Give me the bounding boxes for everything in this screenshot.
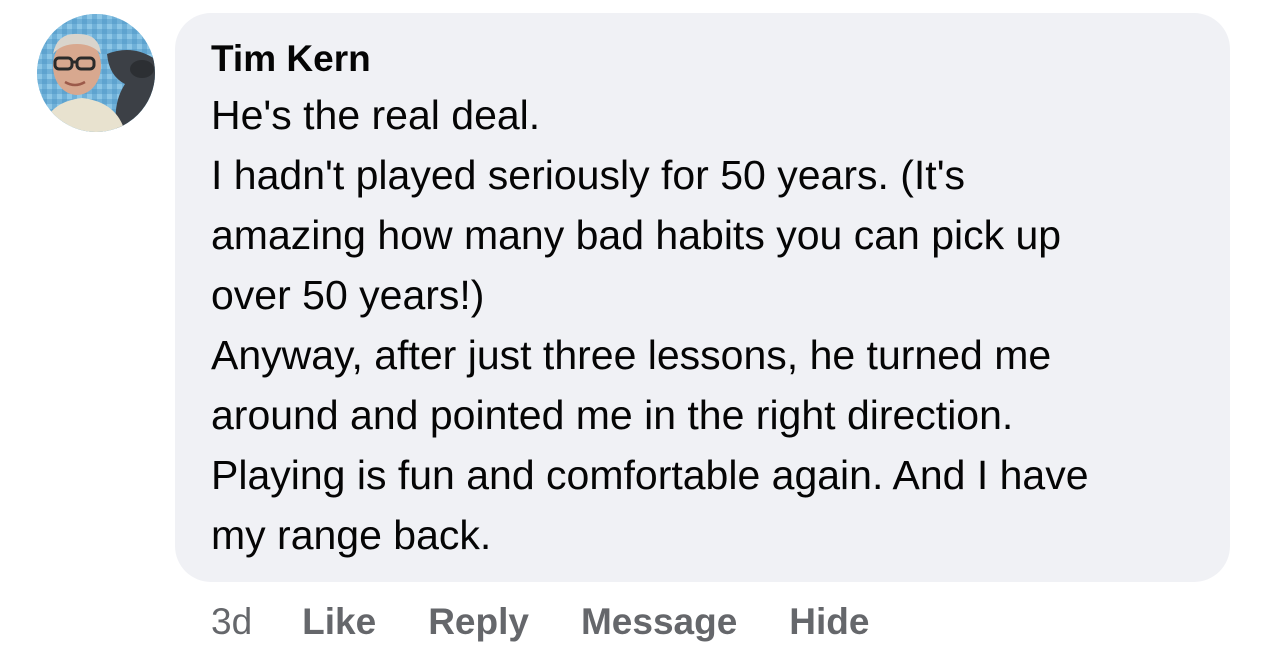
comment-timestamp[interactable]: 3d <box>211 601 252 643</box>
comment-bubble: Tim Kern He's the real deal. I hadn't pl… <box>175 13 1230 582</box>
comment-text-line: Playing is fun and comfortable again. An… <box>211 452 1089 498</box>
comment-text-line: I hadn't played seriously for 50 years. … <box>211 152 966 198</box>
comment-text-line: He's the real deal. <box>211 92 541 138</box>
like-button[interactable]: Like <box>302 601 376 643</box>
author-name[interactable]: Tim Kern <box>211 37 1200 81</box>
message-button[interactable]: Message <box>581 601 737 643</box>
hide-button[interactable]: Hide <box>789 601 869 643</box>
comment-text-line: over 50 years!) <box>211 272 485 318</box>
comment-text-line: Anyway, after just three lessons, he tur… <box>211 332 1052 378</box>
comment-actions: 3d Like Reply Message Hide <box>211 598 869 646</box>
comment-text-line: around and pointed me in the right direc… <box>211 392 1014 438</box>
comment-text-line: amazing how many bad habits you can pick… <box>211 212 1062 258</box>
comment-text-line: my range back. <box>211 512 492 558</box>
reply-button[interactable]: Reply <box>428 601 529 643</box>
comment: Tim Kern He's the real deal. I hadn't pl… <box>0 0 1284 651</box>
avatar-image <box>37 14 155 132</box>
avatar[interactable] <box>37 14 155 132</box>
